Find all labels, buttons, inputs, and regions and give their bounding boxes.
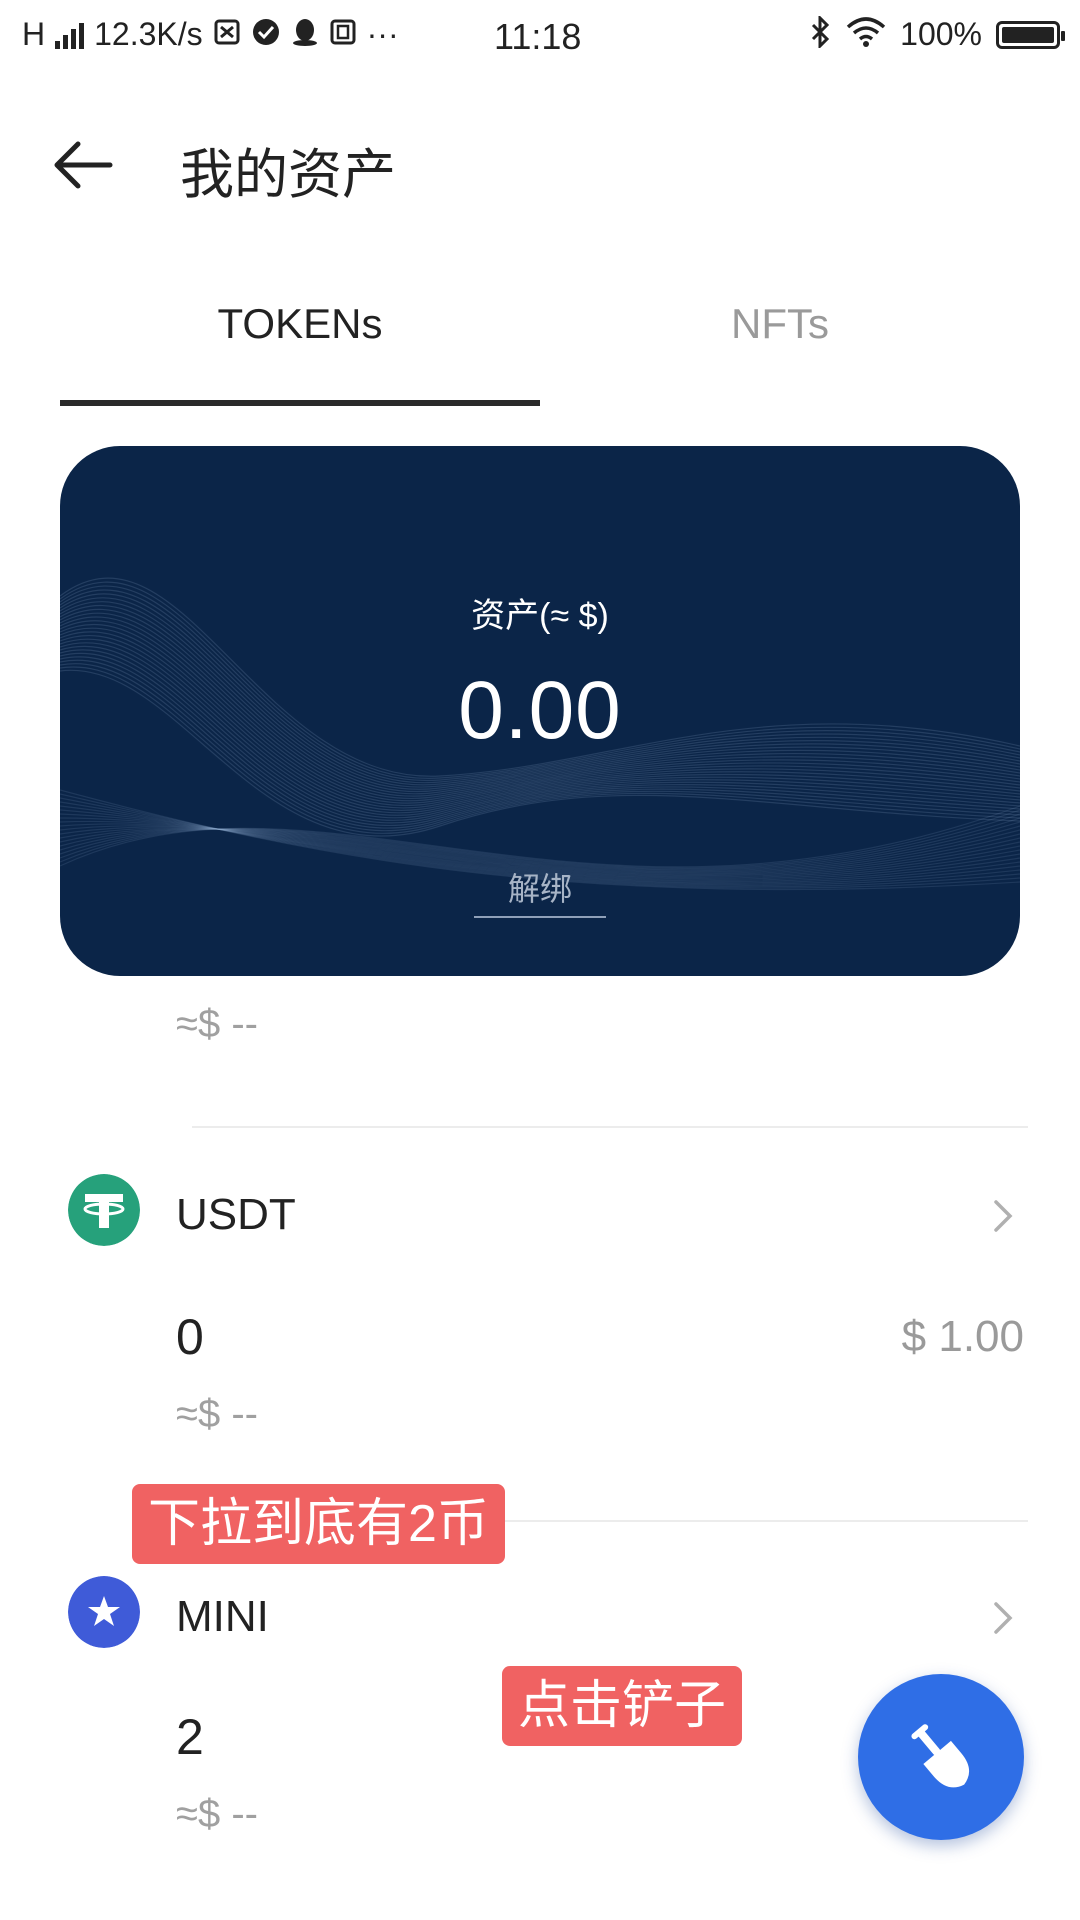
battery-percent: 100% <box>900 16 982 52</box>
tether-icon <box>68 1174 140 1246</box>
total-assets-value: 0.00 <box>458 665 622 756</box>
page-title: 我的资产 <box>180 145 396 205</box>
network-speed: 12.3K/s <box>94 16 203 52</box>
page: H 12.3K/s ··· 11:18 100% 我的资产 TOKENs NFT… <box>0 0 1080 1920</box>
unbind-link[interactable]: 解绑 <box>474 864 606 918</box>
tab-nfts[interactable]: NFTs <box>540 300 1020 348</box>
battery-level <box>1002 26 1054 43</box>
total-assets-label: 资产(≈ $) <box>471 597 609 635</box>
token-approx-mini: ≈$ -- <box>176 1792 258 1836</box>
status-left: H 12.3K/s ··· <box>22 16 399 53</box>
wave-line <box>60 813 1020 870</box>
qq-icon <box>291 17 319 52</box>
tab-tokens[interactable]: TOKENs <box>60 300 540 348</box>
mini-star-icon <box>68 1576 140 1648</box>
app-notification-icon <box>213 18 241 51</box>
token-amount-mini: 2 <box>176 1709 204 1765</box>
network-type: H <box>22 16 46 52</box>
group-app-icon <box>329 18 357 51</box>
wifi-icon <box>846 17 886 52</box>
asset-tabs: TOKENs NFTs <box>0 280 1080 410</box>
check-badge-icon <box>251 17 281 52</box>
status-right: 100% <box>810 14 1065 53</box>
signal-icon <box>55 21 85 49</box>
token-amount-usdt: 0 <box>176 1309 204 1365</box>
app-header: 我的资产 <box>0 90 1080 230</box>
shovel-icon <box>911 1724 970 1788</box>
back-button[interactable] <box>48 130 118 200</box>
more-notifications: ··· <box>366 16 399 52</box>
token-row-mini[interactable]: MINI <box>0 1560 1080 1670</box>
clock: 11:18 <box>494 16 582 57</box>
previous-token-approx-value: ≈$ -- <box>176 1002 258 1046</box>
token-approx-usdt: ≈$ -- <box>176 1392 258 1436</box>
bluetooth-icon <box>810 14 832 53</box>
chevron-right-icon <box>994 1602 1013 1634</box>
shovel-fab-button[interactable] <box>858 1674 1024 1840</box>
token-name: USDT <box>176 1190 296 1239</box>
asset-summary-card: 资产(≈ $) 0.00 解绑 <box>60 446 1020 976</box>
list-divider <box>192 1126 1028 1128</box>
token-name: MINI <box>176 1592 269 1641</box>
annotation-scroll-note: 下拉到底有2币 <box>132 1484 505 1564</box>
chevron-right-icon <box>994 1200 1013 1232</box>
annotation-click-note: 点击铲子 <box>502 1666 743 1746</box>
status-bar: H 12.3K/s ··· 11:18 100% <box>0 0 1080 78</box>
token-row-usdt[interactable]: USDT <box>0 1160 1080 1270</box>
arrow-left-icon <box>54 141 113 189</box>
token-price-usdt: $ 1.00 <box>901 1312 1024 1361</box>
active-tab-indicator <box>60 400 540 406</box>
battery-icon <box>996 20 1065 49</box>
